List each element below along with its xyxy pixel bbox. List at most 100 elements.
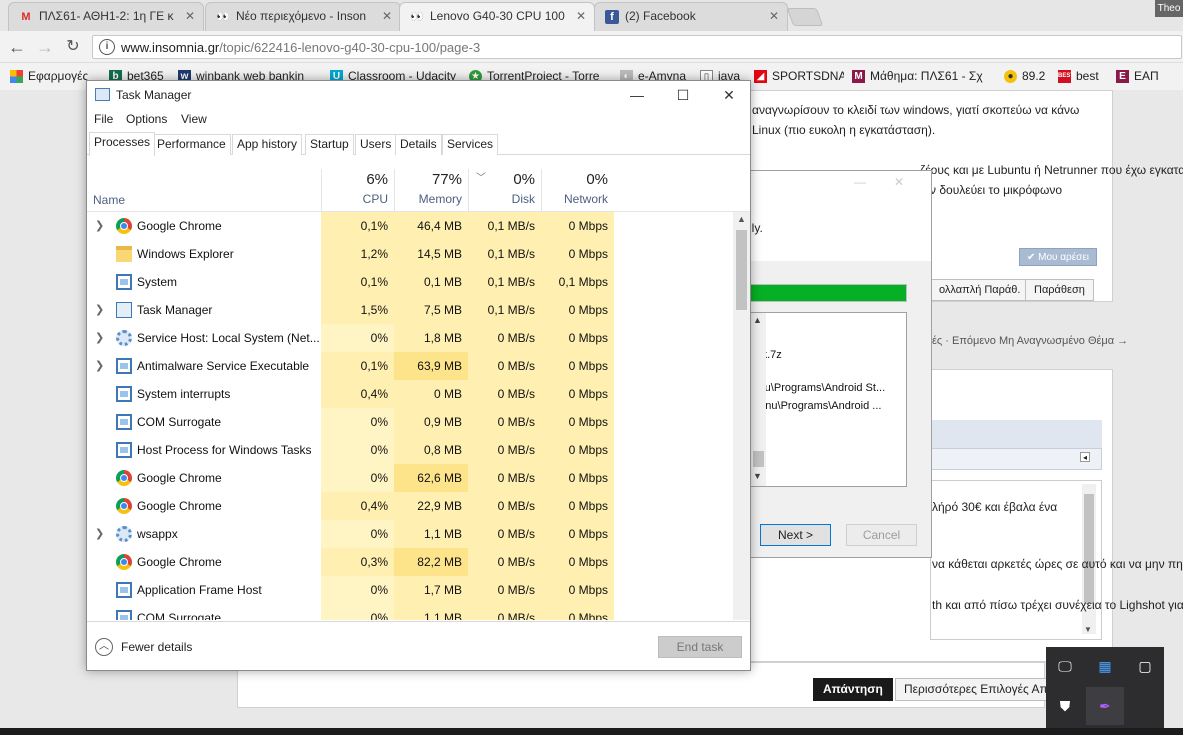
topic-navigation[interactable]: ές · Επόμενο Μη Αναγνωσμένο Θέμα → (932, 335, 1128, 347)
shield-icon[interactable]: ⛊ (1054, 695, 1076, 717)
url-text[interactable]: www.insomnia.gr/topic/622416-lenovo-g40-… (121, 40, 480, 55)
log-scrollbar[interactable]: ▲ ▼ (750, 313, 766, 486)
scroll-up-icon[interactable]: ▲ (737, 214, 746, 224)
tab-performance[interactable]: Performance (152, 134, 231, 155)
menu-file[interactable]: File (94, 112, 113, 126)
browser-tab[interactable]: f (2) Facebook ✕ (594, 2, 788, 31)
minimize-icon[interactable]: — (854, 175, 866, 189)
monitor-icon[interactable]: 🖵 (1054, 655, 1076, 677)
post-text: Linux (πιο ευκολη η εγκατάσταση). (752, 123, 936, 137)
log-scrollbar-thumb[interactable] (753, 451, 764, 467)
column-memory[interactable]: 77% Memory (394, 169, 468, 212)
reload-icon[interactable]: ↻ (62, 36, 84, 58)
back-icon[interactable]: ← (6, 36, 28, 58)
task-manager-icon (95, 88, 110, 101)
bookmark-label: best (1076, 69, 1099, 83)
browser-tab[interactable]: M ΠΛΣ61- ΑΘΗ1-2: 1η ΓΕ κ ✕ (8, 2, 204, 31)
tab-services[interactable]: Services (442, 134, 499, 155)
more-options-button[interactable]: Περισσότερες Επιλογές Απ (895, 678, 1050, 701)
process-row[interactable]: Google Chrome 0,3% 82,2 MB 0 MB/s 0 Mbps (87, 548, 733, 576)
close-icon[interactable]: ✕ (769, 3, 779, 30)
close-icon[interactable]: ✕ (382, 3, 392, 30)
close-icon[interactable]: ✕ (576, 3, 586, 30)
scroll-up-icon[interactable]: ▲ (753, 315, 762, 325)
scroll-down-icon[interactable]: ▼ (1084, 625, 1092, 634)
process-row[interactable]: ❯ Service Host: Local System (Net... 0% 1,8… (87, 324, 733, 352)
close-icon[interactable]: ✕ (185, 3, 195, 30)
process-row[interactable]: COM Surrogate 0% 1,1 MB 0 MB/s 0 Mbps (87, 604, 733, 620)
minimize-icon[interactable]: — (614, 81, 660, 109)
best-icon: BEST (1058, 70, 1074, 83)
menu-view[interactable]: View (181, 112, 207, 126)
tab-details[interactable]: Details (395, 134, 442, 155)
process-name: Google Chrome (137, 555, 222, 569)
network-cell: 0 Mbps (541, 520, 614, 548)
cancel-button[interactable]: Cancel (846, 524, 917, 546)
next-button[interactable]: Next > (760, 524, 831, 546)
cpu-cell: 0% (321, 436, 394, 464)
feather-icon[interactable]: ✒ (1086, 687, 1124, 725)
forward-icon[interactable]: → (34, 36, 56, 58)
multi-quote-button[interactable]: ολλαπλή Παράθ. (930, 279, 1030, 301)
process-row[interactable]: ❯ Task Manager 1,5% 7,5 MB 0,1 MB/s 0 Mbps (87, 296, 733, 324)
bookmark-item[interactable]: M Μάθημα: ΠΛΣ61 - Σχ (852, 68, 992, 85)
process-row[interactable]: Google Chrome 0,4% 22,9 MB 0 MB/s 0 Mbps (87, 492, 733, 520)
chevron-up-icon[interactable]: ︿ (95, 638, 113, 656)
quote-button[interactable]: Παράθεση (1025, 279, 1094, 301)
bookmark-item[interactable]: ● 89.2 (1004, 68, 1048, 85)
close-icon[interactable]: ✕ (894, 175, 904, 189)
process-row[interactable]: COM Surrogate 0% 0,9 MB 0 MB/s 0 Mbps (87, 408, 733, 436)
browser-tab[interactable]: 👀 Νέο περιεχόμενο - Inson ✕ (205, 2, 401, 31)
end-task-button[interactable]: End task (658, 636, 742, 658)
window-icon[interactable]: ▢ (1134, 655, 1156, 677)
process-row[interactable]: ❯ Google Chrome 0,1% 46,4 MB 0,1 MB/s 0 Mbps (87, 212, 733, 240)
fewer-details-link[interactable]: Fewer details (121, 640, 192, 654)
column-network[interactable]: 0% Network (541, 169, 614, 212)
network-monitor-icon[interactable]: ▦ (1094, 655, 1116, 677)
process-name: Antimalware Service Executable (137, 359, 310, 373)
gear-icon (116, 330, 132, 346)
disk-cell: 0 MB/s (468, 604, 541, 620)
process-list-scrollbar-thumb[interactable] (736, 230, 747, 310)
editor-scrollbar-thumb[interactable] (1084, 494, 1094, 604)
close-icon[interactable]: ✕ (706, 81, 752, 109)
info-icon[interactable]: i (99, 39, 115, 55)
maximize-icon[interactable]: ☐ (660, 81, 706, 109)
tab-users[interactable]: Users (355, 134, 397, 155)
chevron-right-icon[interactable]: ❯ (95, 359, 104, 372)
collapse-icon[interactable]: ◂ (1080, 452, 1090, 462)
bookmark-item[interactable]: BEST best (1058, 68, 1104, 85)
bookmark-apps[interactable]: Εφαρμογές (10, 68, 94, 85)
column-disk[interactable]: 0% Disk (468, 169, 541, 212)
column-cpu[interactable]: 6% CPU (321, 169, 394, 212)
scroll-down-icon[interactable]: ▼ (753, 471, 762, 481)
process-row[interactable]: ❯ wsappx 0% 1,1 MB 0 MB/s 0 Mbps (87, 520, 733, 548)
process-list-scrollbar[interactable]: ▲ (733, 212, 750, 620)
like-button[interactable]: ✔ Μου αρέσει (1019, 248, 1097, 266)
process-row[interactable]: Google Chrome 0% 62,6 MB 0 MB/s 0 Mbps (87, 464, 733, 492)
process-row[interactable]: Windows Explorer 1,2% 14,5 MB 0,1 MB/s 0 Mbp… (87, 240, 733, 268)
new-tab-button[interactable] (786, 8, 824, 26)
tab-app-history[interactable]: App history (232, 134, 303, 155)
bookmark-item[interactable]: Ε ΕΑΠ (1116, 68, 1166, 85)
tab-processes[interactable]: Processes (89, 132, 156, 156)
chevron-right-icon[interactable]: ❯ (95, 527, 104, 540)
tab-startup[interactable]: Startup (305, 134, 354, 155)
menu-options[interactable]: Options (126, 112, 167, 126)
process-row[interactable]: System 0,1% 0,1 MB 0,1 MB/s 0,1 Mbps (87, 268, 733, 296)
chevron-right-icon[interactable]: ❯ (95, 331, 104, 344)
chevron-right-icon[interactable]: ❯ (95, 303, 104, 316)
column-name[interactable]: Name (93, 193, 125, 207)
url-host: www.insomnia.gr (121, 40, 220, 55)
bookmark-item[interactable]: ◢ SPORTSDNA (754, 68, 844, 85)
browser-tab-active[interactable]: 👀 Lenovo G40-30 CPU 100 ✕ (399, 2, 595, 31)
process-row[interactable]: ❯ Antimalware Service Executable 0,1% 63,9 … (87, 352, 733, 380)
reply-button[interactable]: Απάντηση (813, 678, 893, 701)
task-manager-titlebar[interactable]: Task Manager — ☐ ✕ (87, 81, 750, 109)
process-row[interactable]: System interrupts 0,4% 0 MB 0 MB/s 0 Mbps (87, 380, 733, 408)
process-row[interactable]: Host Process for Windows Tasks 0% 0,8 MB 0 … (87, 436, 733, 464)
address-bar[interactable]: i www.insomnia.gr/topic/622416-lenovo-g4… (92, 35, 1182, 59)
profile-badge[interactable]: Theo (1155, 0, 1183, 17)
process-row[interactable]: Application Frame Host 0% 1,7 MB 0 MB/s 0 Mb… (87, 576, 733, 604)
chevron-right-icon[interactable]: ❯ (95, 219, 104, 232)
